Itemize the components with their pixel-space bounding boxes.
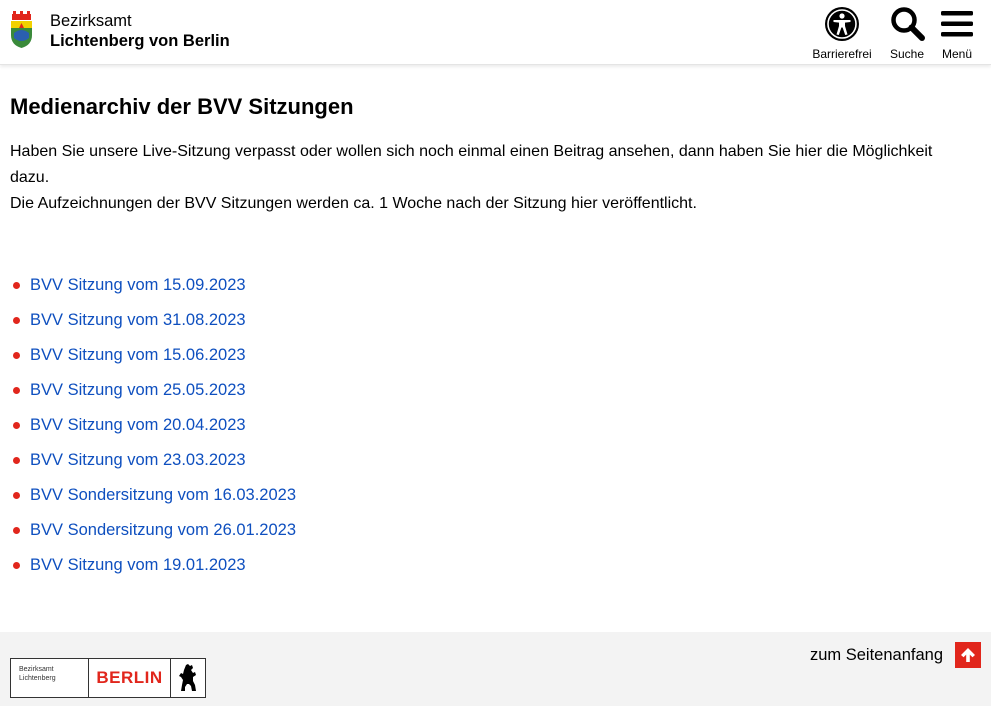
- site-footer: zum Seitenanfang Bezirksamt Lichtenberg …: [0, 632, 991, 706]
- crest-icon[interactable]: [10, 11, 33, 48]
- list-item: BVV Sitzung vom 23.03.2023: [10, 447, 296, 482]
- list-item: BVV Sondersitzung vom 16.03.2023: [10, 482, 296, 517]
- back-to-top-link[interactable]: zum Seitenanfang: [810, 642, 981, 668]
- session-link[interactable]: BVV Sitzung vom 25.05.2023: [30, 381, 246, 399]
- session-list: BVV Sitzung vom 15.09.2023 BVV Sitzung v…: [10, 272, 296, 587]
- session-link[interactable]: BVV Sitzung vom 23.03.2023: [30, 451, 246, 469]
- bullet-icon: [13, 492, 20, 499]
- intro-line2: Die Aufzeichnungen der BVV Sitzungen wer…: [10, 195, 697, 212]
- bullet-icon: [13, 527, 20, 534]
- berlin-bear-icon: [171, 659, 205, 697]
- district-logo[interactable]: Bezirksamt Lichtenberg BERLIN: [10, 658, 206, 698]
- logo-district-text: Bezirksamt Lichtenberg: [11, 659, 89, 697]
- page-title: Medienarchiv der BVV Sitzungen: [10, 94, 354, 119]
- session-link[interactable]: BVV Sitzung vom 19.01.2023: [30, 556, 246, 574]
- bullet-icon: [13, 317, 20, 324]
- search-label: Suche: [889, 47, 925, 61]
- session-link[interactable]: BVV Sitzung vom 20.04.2023: [30, 416, 246, 434]
- list-item: BVV Sitzung vom 15.06.2023: [10, 342, 296, 377]
- logo-city: BERLIN: [89, 659, 171, 697]
- back-to-top-label: zum Seitenanfang: [809, 645, 943, 664]
- list-item: BVV Sitzung vom 31.08.2023: [10, 307, 296, 342]
- bullet-icon: [13, 422, 20, 429]
- bullet-icon: [13, 387, 20, 394]
- session-link[interactable]: BVV Sitzung vom 15.06.2023: [30, 346, 246, 364]
- session-link[interactable]: BVV Sitzung vom 15.09.2023: [30, 276, 246, 294]
- intro-text: Haben Sie unsere Live-Sitzung verpasst o…: [10, 139, 970, 217]
- accessibility-label: Barrierefrei: [812, 47, 872, 61]
- accessibility-button[interactable]: Barrierefrei: [810, 6, 874, 61]
- menu-icon: [941, 11, 973, 37]
- menu-button[interactable]: Menü: [936, 6, 978, 61]
- list-item: BVV Sitzung vom 20.04.2023: [10, 412, 296, 447]
- arrow-up-icon: [955, 642, 981, 668]
- session-link[interactable]: BVV Sondersitzung vom 16.03.2023: [30, 486, 296, 504]
- bullet-icon: [13, 352, 20, 359]
- bullet-icon: [13, 562, 20, 569]
- menu-label: Menü: [941, 47, 973, 61]
- accessibility-icon: [825, 7, 859, 41]
- bullet-icon: [13, 282, 20, 289]
- district-line1: Bezirksamt: [50, 12, 132, 30]
- list-item: BVV Sondersitzung vom 26.01.2023: [10, 517, 296, 552]
- intro-line1: Haben Sie unsere Live-Sitzung verpasst o…: [10, 143, 933, 186]
- site-header: Bezirksamt Lichtenberg von Berlin Barrie…: [0, 0, 991, 65]
- session-link[interactable]: BVV Sitzung vom 31.08.2023: [30, 311, 246, 329]
- list-item: BVV Sitzung vom 15.09.2023: [10, 272, 296, 307]
- search-button[interactable]: Suche: [884, 6, 930, 61]
- session-link[interactable]: BVV Sondersitzung vom 26.01.2023: [30, 521, 296, 539]
- list-item: BVV Sitzung vom 25.05.2023: [10, 377, 296, 412]
- main-content: Medienarchiv der BVV Sitzungen Haben Sie…: [10, 92, 970, 217]
- bullet-icon: [13, 457, 20, 464]
- district-line2: Lichtenberg von Berlin: [50, 32, 230, 50]
- district-name[interactable]: Bezirksamt Lichtenberg von Berlin: [50, 11, 230, 51]
- list-item: BVV Sitzung vom 19.01.2023: [10, 552, 296, 587]
- search-icon: [891, 7, 925, 41]
- logo-line2: Lichtenberg: [19, 675, 56, 682]
- logo-line1: Bezirksamt: [19, 666, 54, 673]
